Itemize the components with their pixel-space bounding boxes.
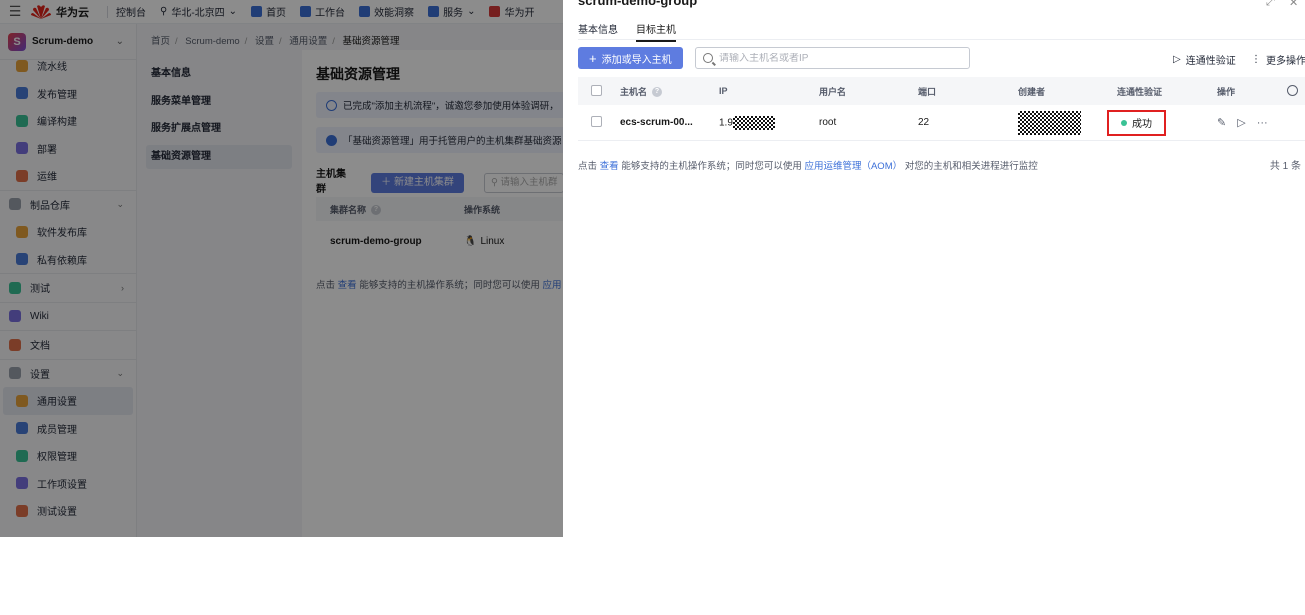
help-icon[interactable]: ? — [652, 87, 663, 98]
host-search[interactable] — [695, 47, 970, 69]
add-import-host-label: 添加或导入主机 — [601, 54, 672, 66]
checkbox-box — [591, 84, 602, 96]
more-actions-label: 更多操作 — [1266, 56, 1305, 67]
host-drawer: scrum-demo-group ⤢ ✕ 基本信息 目标主机 + 添加或导入主机… — [563, 0, 1305, 537]
host-table-header: 主机名? IP 用户名 端口 创建者 连通性验证 操作 — [578, 77, 1305, 105]
host-table: 主机名? IP 用户名 端口 创建者 连通性验证 操作 ecs-scrum-00… — [578, 77, 1305, 141]
view-os-link[interactable]: 查看 — [600, 161, 619, 172]
os-support-hint: 点击 查看 能够支持的主机操作系统；同时您可以使用 应用运维管理（AOM） 对您… — [578, 158, 1038, 172]
play-icon: ▷ — [1173, 54, 1181, 65]
col-creator: 创建者 — [1018, 86, 1046, 97]
col-connectivity: 连通性验证 — [1117, 86, 1163, 97]
drawer-title: scrum-demo-group — [578, 0, 698, 8]
host-search-input[interactable] — [719, 52, 959, 64]
row-actions: ✎ ▷ ··· — [1217, 116, 1287, 130]
gear-icon — [1287, 84, 1298, 96]
more-actions-button[interactable]: ⋮ 更多操作 — [1251, 52, 1305, 67]
select-all-checkbox[interactable] — [578, 84, 620, 98]
row-ip: 1.9 — [719, 115, 819, 130]
expand-icon[interactable]: ⤢ — [1266, 0, 1275, 9]
col-hostname-label: 主机名 — [620, 86, 648, 97]
table-row: ecs-scrum-00... 1.9 root 22 成功 ✎ ▷ ··· — [578, 105, 1305, 141]
hint-suffix: 对您的主机和相关进程进行监控 — [904, 161, 1038, 172]
checkbox-box — [591, 115, 602, 127]
edit-icon[interactable]: ✎ — [1217, 116, 1226, 129]
row-connectivity: 成功 — [1107, 109, 1217, 136]
app-root: ☰ 华为云 控制台 ⚲ 华北-北京四 ⌄ 首页 工作台 效能洞察 服务 ⌄ 华为… — [0, 0, 1305, 537]
hint-prefix: 点击 — [578, 161, 598, 172]
row-creator — [1018, 110, 1117, 135]
row-hostname[interactable]: ecs-scrum-00... — [620, 117, 719, 128]
aom-link[interactable]: 应用运维管理（AOM） — [804, 161, 902, 172]
connectivity-check-button[interactable]: ▷ 连通性验证 — [1173, 52, 1236, 67]
redacted-mask — [1018, 110, 1081, 135]
add-import-host-button[interactable]: + 添加或导入主机 — [578, 47, 683, 69]
total-count: 共 1 条 — [1269, 161, 1301, 172]
overlay-mask[interactable] — [0, 0, 563, 537]
redacted-mask — [732, 115, 775, 130]
search-icon — [703, 53, 713, 63]
row-username: root — [819, 117, 837, 128]
status-badge: 成功 — [1107, 109, 1166, 136]
close-icon[interactable]: ✕ — [1289, 0, 1298, 9]
col-ip: IP — [719, 86, 728, 96]
col-actions: 操作 — [1217, 86, 1236, 97]
play-icon[interactable]: ▷ — [1237, 116, 1245, 129]
col-hostname: 主机名? — [620, 85, 719, 98]
more-horizontal-icon[interactable]: ··· — [1257, 117, 1268, 129]
row-ip-value: 1.9 — [719, 117, 733, 129]
connectivity-check-label: 连通性验证 — [1185, 56, 1236, 67]
status-text: 成功 — [1132, 119, 1152, 130]
col-port: 端口 — [918, 86, 937, 97]
row-port: 22 — [918, 117, 930, 128]
success-dot-icon — [1121, 119, 1127, 126]
tabs-divider — [578, 39, 1305, 40]
plus-icon: + — [589, 50, 597, 66]
col-username: 用户名 — [819, 86, 847, 97]
row-checkbox[interactable] — [578, 115, 620, 130]
column-settings-icon[interactable] — [1287, 84, 1305, 98]
hint-middle: 能够支持的主机操作系统；同时您可以使用 — [621, 161, 802, 172]
more-vertical-icon: ⋮ — [1251, 54, 1261, 65]
